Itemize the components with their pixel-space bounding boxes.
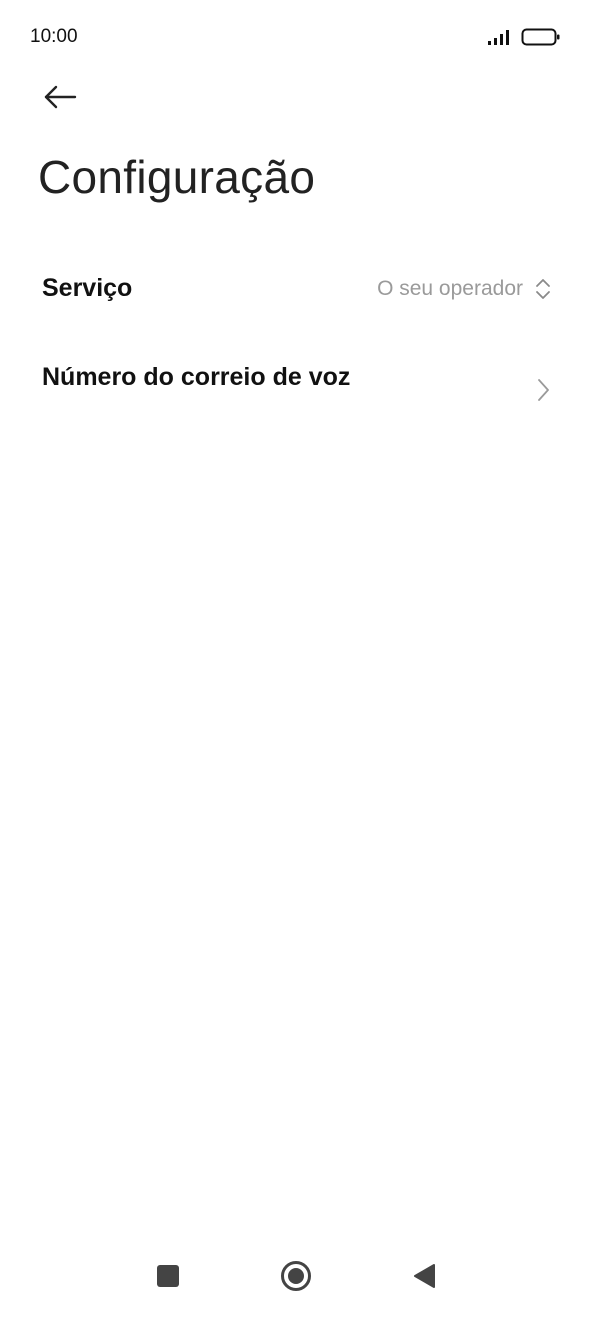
triangle-back-icon [414,1264,435,1288]
status-bar: 10:00 [0,0,593,70]
back-nav-button[interactable] [394,1246,454,1306]
system-navigation-bar [0,1228,593,1318]
signal-bars-icon [488,30,509,45]
voicemail-number-label: Número do correio de voz [42,363,351,391]
service-setting-row[interactable]: Serviço O seu operador [0,250,593,330]
circle-icon [281,1261,311,1291]
recents-button[interactable] [138,1246,198,1306]
chevron-right-icon [538,379,549,401]
status-time: 10:00 [30,26,78,47]
up-down-chevron-icon [536,279,550,299]
service-label: Serviço [42,274,133,302]
back-button[interactable] [36,74,84,120]
page-title: Configuração [38,151,316,203]
service-value: O seu operador [377,277,523,300]
battery-icon [521,28,560,46]
arrow-left-icon [44,85,77,109]
square-icon [157,1265,179,1287]
home-button[interactable] [266,1246,326,1306]
voicemail-number-row[interactable]: Número do correio de voz [0,335,593,445]
